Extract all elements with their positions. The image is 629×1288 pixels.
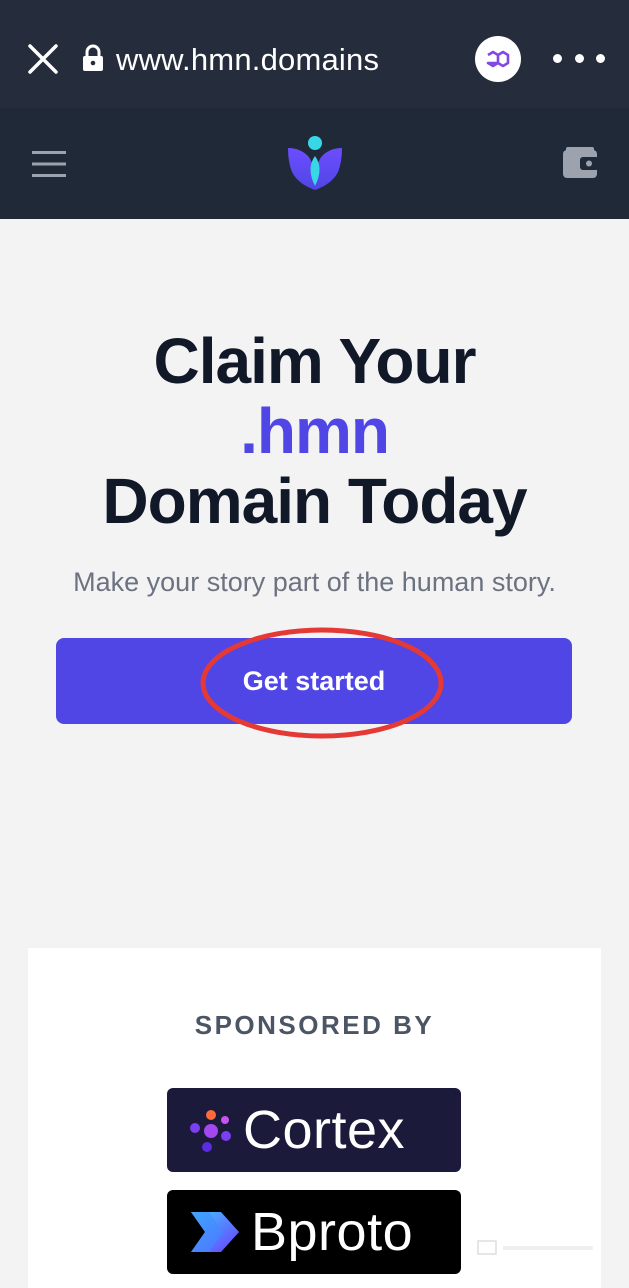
sponsor-heading: SPONSORED BY (194, 1010, 435, 1040)
hero-title-line-3: Domain Today (102, 465, 527, 537)
browser-bar: www.hmn.domains (0, 0, 629, 108)
sponsor-card: SPONSORED BY Cortex Bproto (28, 948, 601, 1288)
get-started-button[interactable]: Get started (56, 638, 572, 724)
bproto-logo-icon (191, 1212, 239, 1252)
get-started-label: Get started (242, 665, 386, 696)
watermark-icon (477, 1240, 593, 1255)
hamburger-menu-icon[interactable] (32, 150, 66, 178)
polygon-icon (486, 50, 510, 68)
hero-title-accent: .hmn (240, 395, 390, 467)
more-dots-icon[interactable] (553, 46, 605, 70)
hero-title-line-1: Claim Your (153, 325, 477, 397)
close-icon[interactable] (26, 42, 60, 76)
url-bar[interactable]: www.hmn.domains (116, 40, 379, 80)
sponsor-logo-bproto[interactable]: Bproto (167, 1190, 461, 1274)
lock-icon (83, 44, 103, 71)
wallet-icon[interactable] (562, 146, 600, 180)
hmn-logo-icon[interactable] (286, 134, 344, 192)
cortex-logo-icon (190, 1110, 231, 1152)
hero-title: Claim Your .hmn Domain Today (0, 326, 629, 536)
sponsor-logo-cortex[interactable]: Cortex (167, 1088, 461, 1172)
polygon-extension-button[interactable] (475, 36, 521, 82)
sponsor-name-bproto: Bproto (251, 1202, 414, 1262)
sponsor-name-cortex: Cortex (243, 1100, 406, 1160)
hero-subtitle: Make your story part of the human story. (73, 567, 556, 597)
